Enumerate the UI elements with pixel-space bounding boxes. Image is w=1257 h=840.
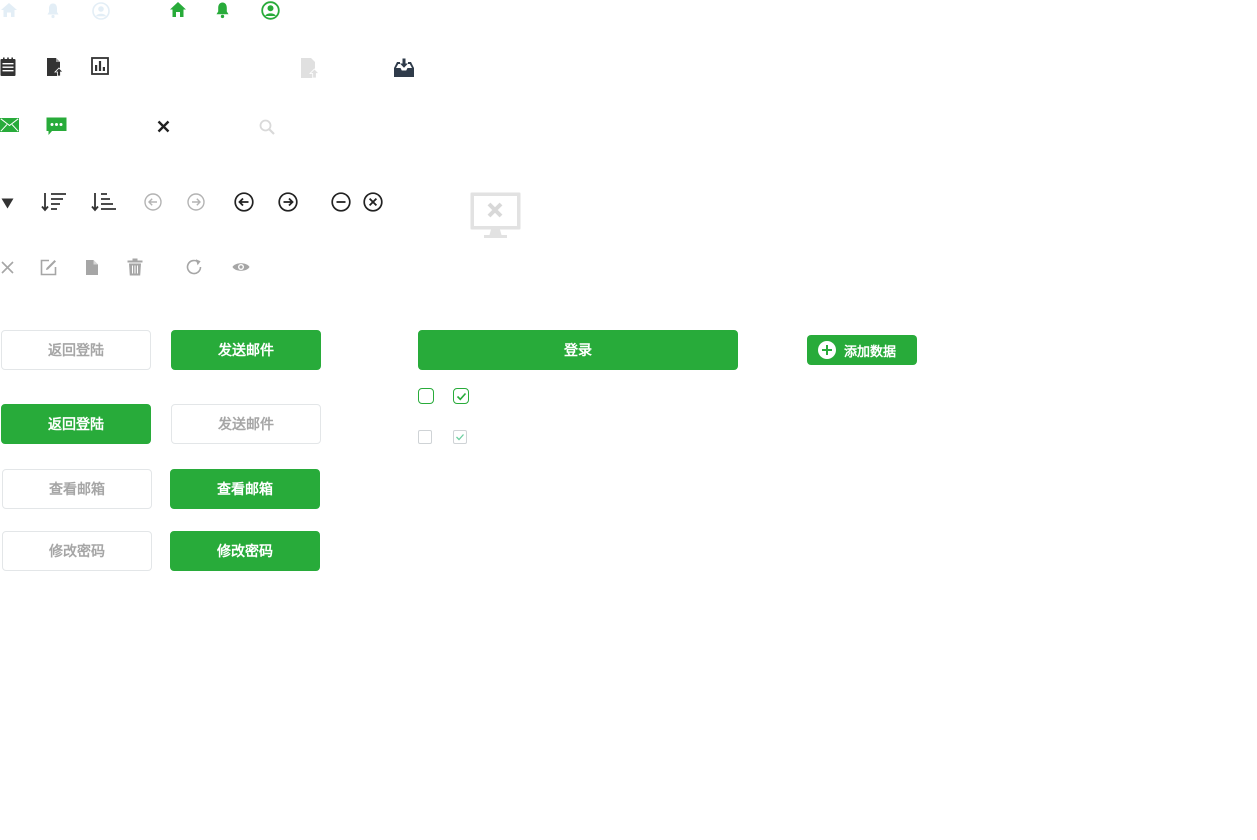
- add-data-label: 添加数据: [844, 344, 897, 360]
- file-upload-icon[interactable]: [46, 57, 64, 77]
- checkbox-checked[interactable]: [453, 388, 469, 404]
- close-circle-icon[interactable]: [363, 192, 383, 212]
- sort-asc-icon[interactable]: [91, 192, 117, 212]
- chat-icon[interactable]: [46, 117, 67, 136]
- bar-chart-icon[interactable]: [91, 57, 109, 75]
- refresh-icon[interactable]: [185, 258, 203, 276]
- bell-icon-inactive[interactable]: [46, 2, 60, 19]
- minus-circle-icon[interactable]: [331, 192, 351, 212]
- monitor-error-icon: [470, 192, 521, 239]
- checkbox-small-unchecked[interactable]: [418, 430, 432, 444]
- view-mailbox-button[interactable]: 查看邮箱: [170, 469, 320, 509]
- file-icon[interactable]: [85, 259, 99, 276]
- add-data-button[interactable]: 添加数据: [807, 335, 917, 365]
- home-icon-active[interactable]: [169, 1, 187, 18]
- close-icon[interactable]: [157, 120, 170, 133]
- search-icon[interactable]: [259, 119, 275, 135]
- check-icon: [456, 392, 466, 400]
- close-icon-gray[interactable]: [1, 261, 14, 274]
- bell-icon-active[interactable]: [215, 1, 230, 19]
- arrow-right-circle-icon[interactable]: [278, 192, 298, 212]
- change-password-button[interactable]: 修改密码: [2, 531, 152, 571]
- file-upload-icon-disabled: [300, 57, 320, 79]
- send-email-button[interactable]: 发送邮件: [171, 330, 321, 370]
- back-login-button[interactable]: 返回登陆: [1, 404, 151, 444]
- arrow-right-circle-icon-disabled: [187, 193, 205, 211]
- user-icon-inactive[interactable]: [92, 2, 110, 20]
- arrow-left-circle-icon[interactable]: [234, 192, 254, 212]
- view-mailbox-button[interactable]: 查看邮箱: [2, 469, 152, 509]
- check-icon: [456, 434, 464, 441]
- checkbox-unchecked[interactable]: [418, 388, 434, 404]
- user-icon-active[interactable]: [261, 1, 280, 20]
- home-icon-inactive[interactable]: [0, 2, 18, 18]
- trash-icon[interactable]: [127, 258, 143, 276]
- sort-desc-icon[interactable]: [41, 192, 67, 212]
- edit-icon[interactable]: [40, 259, 57, 276]
- plus-circle-icon: [818, 341, 836, 359]
- caret-down-icon[interactable]: [1, 198, 14, 209]
- checkbox-small-checked[interactable]: [453, 430, 467, 444]
- change-password-button[interactable]: 修改密码: [170, 531, 320, 571]
- arrow-left-circle-icon-disabled: [144, 193, 162, 211]
- login-button[interactable]: 登录: [418, 330, 738, 370]
- send-email-button[interactable]: 发送邮件: [171, 404, 321, 444]
- mail-icon[interactable]: [0, 118, 19, 132]
- eye-icon[interactable]: [232, 261, 250, 273]
- list-icon[interactable]: [0, 57, 16, 77]
- back-login-button[interactable]: 返回登陆: [1, 330, 151, 370]
- inbox-download-icon[interactable]: [393, 58, 415, 78]
